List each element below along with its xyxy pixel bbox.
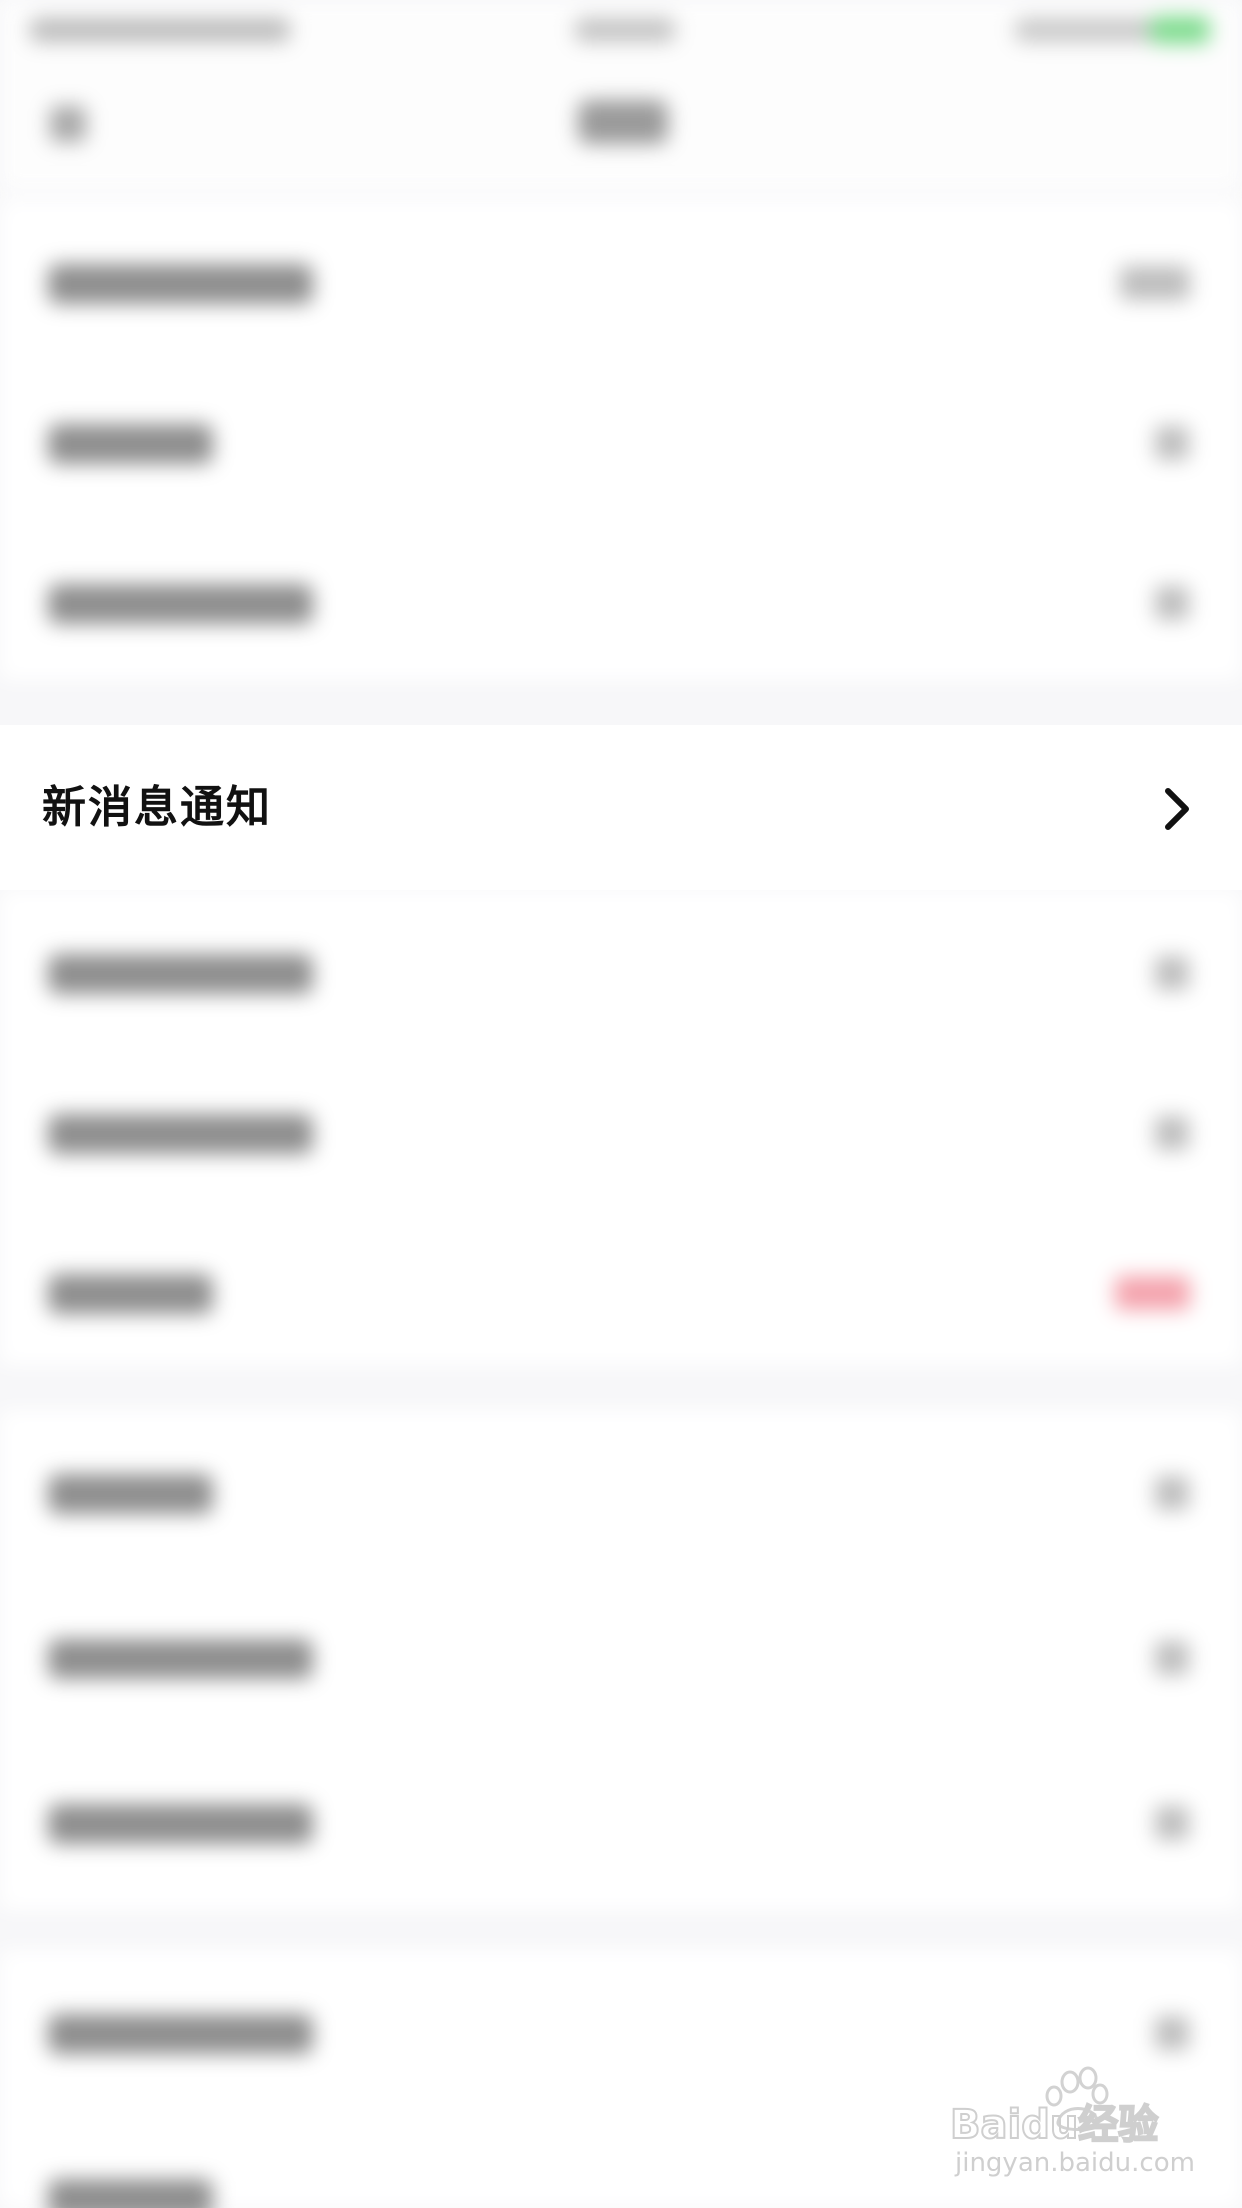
- row-label: [48, 1804, 313, 1844]
- status-bar: [0, 0, 1242, 60]
- watermark-brand: Baidu经验: [950, 2102, 1158, 2148]
- settings-screen: 新消息通知 Baidu经验 jingyan.baidu.com: [0, 0, 1242, 2208]
- row-label: [48, 1274, 213, 1314]
- row-label: [48, 264, 313, 304]
- settings-group-3: [0, 1410, 1242, 1910]
- nav-bar: [0, 60, 1242, 190]
- page-title: [578, 100, 668, 144]
- settings-row[interactable]: [0, 1740, 1242, 1905]
- back-icon[interactable]: [50, 106, 86, 142]
- settings-row[interactable]: [0, 360, 1242, 525]
- row-value: [1120, 266, 1190, 300]
- settings-row[interactable]: [0, 1410, 1242, 1575]
- row-label: [48, 584, 313, 624]
- status-indicators: [1015, 18, 1155, 42]
- settings-row[interactable]: [0, 520, 1242, 685]
- settings-group-2: [0, 890, 1242, 1365]
- row-label: [48, 1639, 313, 1679]
- chevron-right-icon: [1165, 788, 1189, 830]
- row-label: [48, 1114, 313, 1154]
- new-message-notification-label: 新消息通知: [42, 782, 272, 833]
- settings-row[interactable]: [0, 890, 1242, 1055]
- row-label: [48, 1474, 213, 1514]
- status-time: [575, 18, 675, 42]
- chevron-right-icon: [1155, 426, 1189, 460]
- chevron-right-icon: [1155, 1806, 1189, 1840]
- chevron-right-icon: [1155, 1641, 1189, 1675]
- row-label: [48, 954, 313, 994]
- chevron-right-icon: [1155, 1116, 1189, 1150]
- status-carrier: [30, 18, 290, 42]
- chevron-right-icon: [1155, 1476, 1189, 1510]
- notification-badge: [1115, 1276, 1190, 1310]
- watermark-url: jingyan.baidu.com: [955, 2148, 1195, 2178]
- battery-icon: [1150, 16, 1210, 44]
- new-message-notification-row[interactable]: 新消息通知: [0, 725, 1242, 890]
- chevron-right-icon: [1155, 956, 1189, 990]
- settings-row[interactable]: [0, 1575, 1242, 1740]
- chevron-right-icon: [1155, 586, 1189, 620]
- row-label: [48, 424, 213, 464]
- settings-row[interactable]: [0, 200, 1242, 365]
- settings-group-1: [0, 200, 1242, 680]
- blurred-background: [0, 0, 1242, 2208]
- row-label: [48, 2014, 313, 2054]
- chevron-right-icon: [1155, 2016, 1189, 2050]
- row-label: [48, 2179, 213, 2208]
- settings-row[interactable]: [0, 1210, 1242, 1375]
- settings-row[interactable]: [0, 1050, 1242, 1215]
